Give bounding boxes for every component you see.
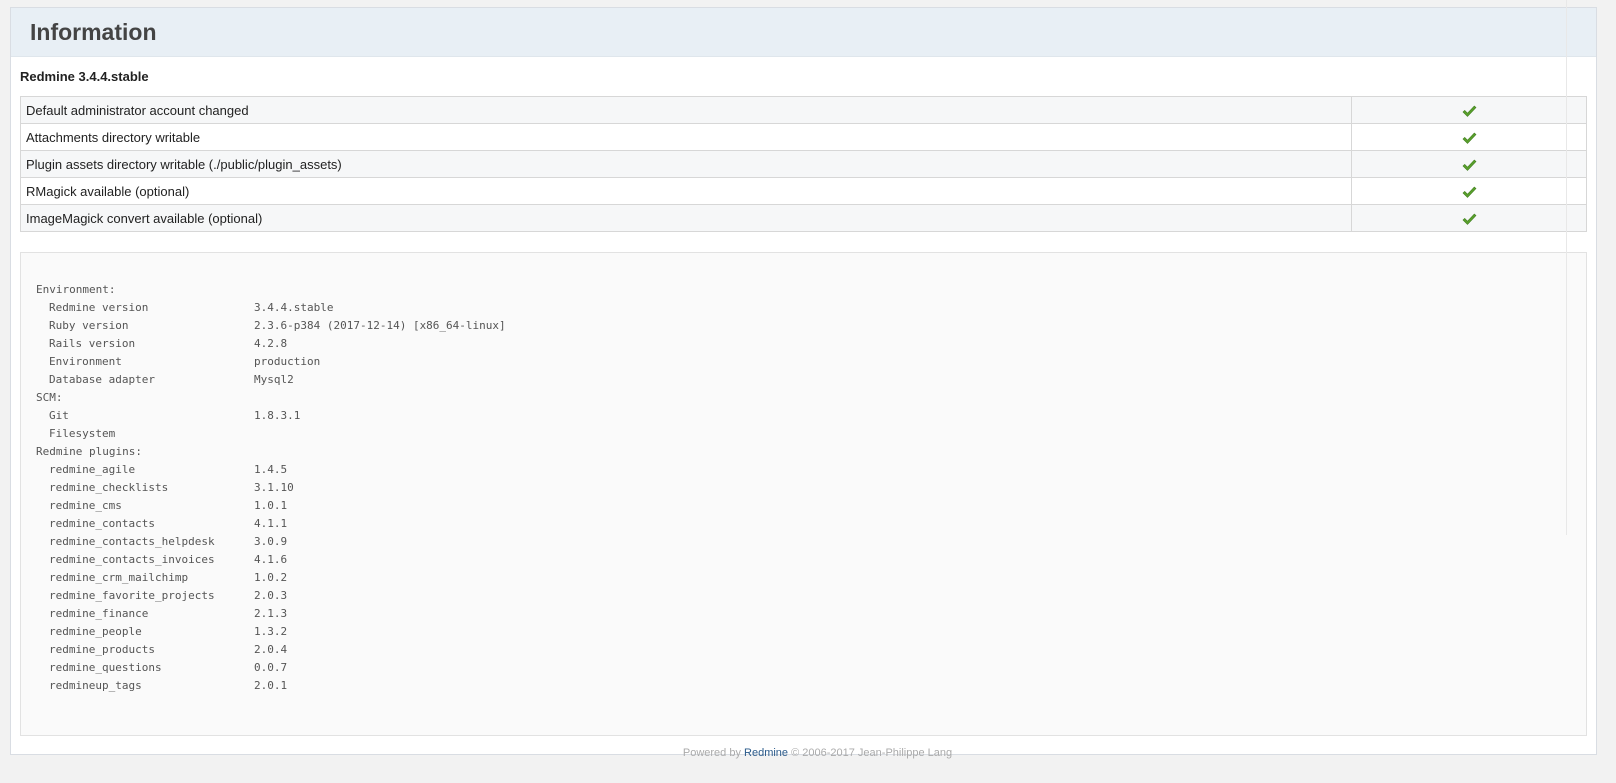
env-section-heading: SCM: — [36, 391, 63, 404]
check-label: Attachments directory writable — [20, 123, 1352, 151]
env-row: redmine_questions 0.0.7 — [36, 659, 1571, 677]
env-row: redmine_crm_mailchimp 1.0.2 — [36, 569, 1571, 587]
env-value: 4.2.8 — [254, 337, 288, 350]
env-value: 1.0.2 — [254, 571, 288, 584]
check-row: Default administrator account changed — [20, 96, 1587, 124]
env-value: 2.0.1 — [254, 679, 288, 692]
redmine-link[interactable]: Redmine — [744, 747, 788, 759]
checkmark-icon — [1462, 105, 1476, 117]
check-label: ImageMagick convert available (optional) — [20, 204, 1352, 232]
env-row: redmine_contacts 4.1.1 — [36, 515, 1571, 533]
checkmark-icon — [1462, 213, 1476, 225]
main-content: Information Redmine 3.4.4.stable Default… — [10, 7, 1597, 755]
env-key: Redmine version — [49, 301, 149, 314]
version-heading: Redmine 3.4.4.stable — [20, 69, 149, 84]
check-status — [1351, 123, 1587, 151]
env-row: Environment production — [36, 353, 1571, 371]
env-row: redmine_contacts_helpdesk 3.0.9 — [36, 533, 1571, 551]
env-row: redmine_agile 1.4.5 — [36, 461, 1571, 479]
check-status — [1351, 96, 1587, 124]
env-value: 3.1.10 — [254, 481, 294, 494]
env-row: Rails version 4.2.8 — [36, 335, 1571, 353]
check-status — [1351, 150, 1587, 178]
env-row: redmine_products 2.0.4 — [36, 641, 1571, 659]
env-key: redmine_agile — [49, 463, 136, 476]
env-row: Ruby version 2.3.6-p384 (2017-12-14) [x86… — [36, 317, 1571, 335]
env-value: 1.4.5 — [254, 463, 288, 476]
env-value: 3.0.9 — [254, 535, 288, 548]
env-row: redmine_contacts_invoices 4.1.6 — [36, 551, 1571, 569]
env-key: redmine_favorite_projects — [49, 589, 215, 602]
env-key: Database adapter — [49, 373, 155, 386]
env-row: redmine_people 1.3.2 — [36, 623, 1571, 641]
env-row: Git 1.8.3.1 — [36, 407, 1571, 425]
env-value: 4.1.6 — [254, 553, 288, 566]
checks-table: Default administrator account changed Att… — [20, 96, 1587, 232]
env-value: 2.0.4 — [254, 643, 288, 656]
env-value: 1.0.1 — [254, 499, 288, 512]
env-value: 3.4.4.stable — [254, 301, 334, 314]
page-header: Information — [11, 8, 1596, 57]
env-value: 2.1.3 — [254, 607, 288, 620]
env-key: Rails version — [49, 337, 136, 350]
env-value: 2.0.3 — [254, 589, 288, 602]
env-key: redmine_checklists — [49, 481, 169, 494]
check-row: Plugin assets directory writable (./publ… — [20, 150, 1587, 178]
env-key: redmine_people — [49, 625, 142, 638]
env-key: Filesystem — [49, 427, 116, 440]
env-key: redmine_finance — [49, 607, 149, 620]
env-section-heading: Redmine plugins: — [36, 445, 142, 458]
env-key: Git — [49, 409, 69, 422]
env-key: redmine_questions — [49, 661, 162, 674]
check-row: Attachments directory writable — [20, 123, 1587, 151]
env-value: 2.3.6-p384 (2017-12-14) [x86_64-linux] — [254, 319, 506, 332]
check-label: Default administrator account changed — [20, 96, 1352, 124]
env-value: 1.3.2 — [254, 625, 288, 638]
env-row: Redmine version 3.4.4.stable — [36, 299, 1571, 317]
env-key: redmine_cms — [49, 499, 122, 512]
check-status — [1351, 204, 1587, 232]
check-label: RMagick available (optional) — [20, 177, 1352, 205]
env-row: redmine_finance 2.1.3 — [36, 605, 1571, 623]
env-value: Mysql2 — [254, 373, 294, 386]
env-value: 1.8.3.1 — [254, 409, 301, 422]
checkmark-icon — [1462, 186, 1476, 198]
env-key: redmineup_tags — [49, 679, 142, 692]
footer: Powered by Redmine © 2006-2017 Jean-Phil… — [0, 747, 1616, 759]
env-row: redmine_favorite_projects 2.0.3 — [36, 587, 1571, 605]
page-title: Information — [30, 19, 157, 45]
checkmark-icon — [1462, 132, 1476, 144]
checkmark-icon — [1462, 159, 1476, 171]
env-key: redmine_products — [49, 643, 155, 656]
check-label: Plugin assets directory writable (./publ… — [20, 150, 1352, 178]
env-section-heading: Environment: — [36, 283, 116, 296]
check-row: RMagick available (optional) — [20, 177, 1587, 205]
env-key: redmine_crm_mailchimp — [49, 571, 189, 584]
scrollbar[interactable] — [1562, 0, 1567, 535]
env-row: redmine_cms 1.0.1 — [36, 497, 1571, 515]
env-row: Filesystem — [36, 425, 1571, 443]
check-status — [1351, 177, 1587, 205]
env-row: Database adapter Mysql2 — [36, 371, 1571, 389]
env-key: redmine_contacts_helpdesk — [49, 535, 215, 548]
env-row: redmineup_tags 2.0.1 — [36, 677, 1571, 695]
env-value: 0.0.7 — [254, 661, 288, 674]
env-key: Environment — [49, 355, 122, 368]
env-key: redmine_contacts_invoices — [49, 553, 215, 566]
env-key: Ruby version — [49, 319, 129, 332]
footer-copyright: © 2006-2017 Jean-Philippe Lang — [791, 747, 953, 759]
footer-prefix: Powered by — [682, 747, 741, 759]
environment-info: Environment: Redmine version 3.4.4.stable R… — [20, 252, 1587, 736]
env-value: 4.1.1 — [254, 517, 288, 530]
env-value: production — [254, 355, 321, 368]
env-key: redmine_contacts — [49, 517, 155, 530]
env-row: redmine_checklists 3.1.10 — [36, 479, 1571, 497]
check-row: ImageMagick convert available (optional) — [20, 204, 1587, 232]
